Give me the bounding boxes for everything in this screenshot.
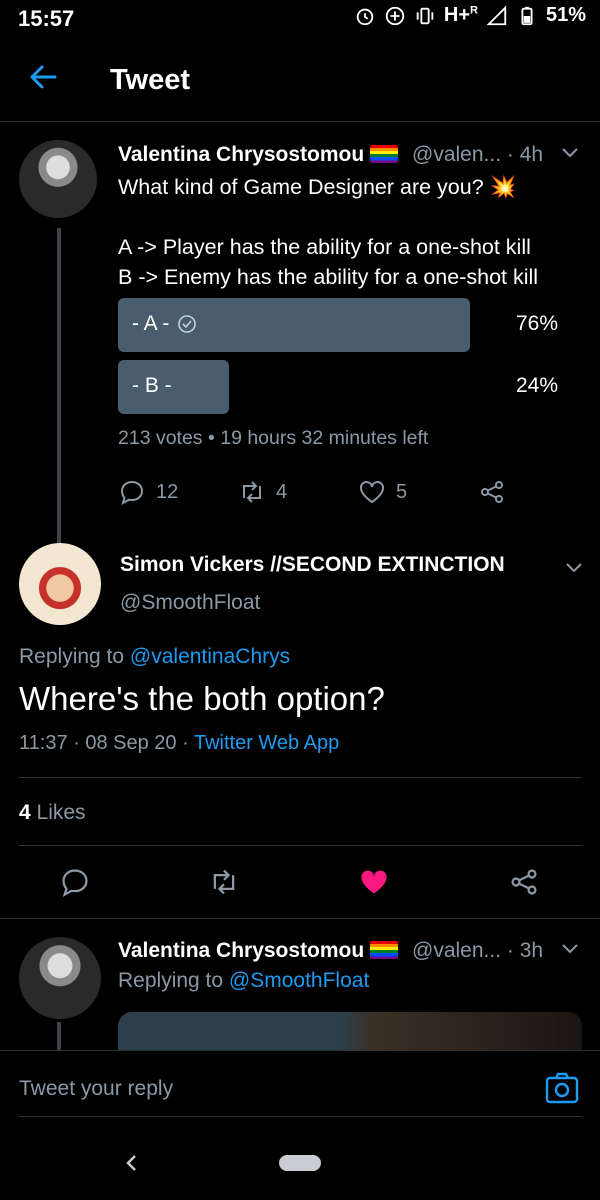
author-handle[interactable]: @SmoothFloat [120,591,260,615]
share-icon[interactable] [508,866,540,898]
source-link[interactable]: Twitter Web App [194,732,339,754]
author-handle[interactable]: @valen... · 4h [412,143,543,167]
app-header: Tweet [0,40,600,122]
chevron-down-icon[interactable] [562,555,586,579]
poll-percent-a: 76% [515,312,558,335]
battery-icon [516,5,538,27]
divider [19,845,582,846]
network-type: H+R [443,4,478,26]
avatar[interactable] [19,543,101,625]
author-handle[interactable]: @valen... · 3h [412,939,543,963]
camera-icon[interactable] [544,1070,580,1106]
reply-icon[interactable] [59,866,91,898]
author-name[interactable]: Simon Vickers //SECOND EXTINCTION [120,553,505,577]
divider [19,777,582,778]
alarm-icon [354,5,376,27]
reply-button[interactable]: 12 [118,478,178,506]
like-button[interactable]: 5 [358,478,407,506]
status-icons: H+R 51% [354,4,586,27]
reply-icon [118,478,146,506]
retweet-icon[interactable] [208,866,240,898]
media-preview[interactable] [118,1012,582,1052]
share-button[interactable] [478,478,506,506]
tweet-text: What kind of Game Designer are you? 💥 A … [118,175,539,289]
author-name[interactable]: Valentina Chrysostomou [118,143,399,167]
poll-meta: 213 votes • 19 hours 32 minutes left [118,427,429,449]
tweet-timestamp: 11:37 · 08 Sep 20 · Twitter Web App [19,732,340,754]
poll-percent-b: 24% [515,374,558,397]
back-arrow-icon[interactable] [28,62,58,92]
tweet-text: Where's the both option? [19,680,385,717]
reply-input[interactable] [19,1074,519,1104]
signal-icon [486,5,508,27]
heart-filled-icon[interactable] [358,866,390,898]
mention-link[interactable]: @valentinaChrys [130,645,290,668]
check-circle-icon [177,314,197,334]
thread-line [57,1022,61,1050]
thread-line [57,228,61,543]
replying-to: Replying to @valentinaChrys [19,645,291,668]
tweet-actions [0,860,600,904]
rainbow-flag-icon [370,145,399,163]
home-pill[interactable] [279,1155,321,1171]
rainbow-flag-icon [370,941,399,959]
replying-to: Replying to @SmoothFloat [118,969,370,992]
retweet-button[interactable]: 4 [238,478,287,506]
poll-option-a: - A - [132,312,197,336]
page-title: Tweet [110,64,191,96]
poll-option-b: - B - [132,374,172,397]
likes-count[interactable]: 4 Likes [19,801,86,825]
chevron-down-icon[interactable] [558,936,582,960]
status-bar: 15:57 H+R 51% [0,0,600,40]
heart-icon [358,478,386,506]
author-name[interactable]: Valentina Chrysostomou [118,939,399,963]
avatar[interactable] [19,937,101,1019]
data-saver-icon [384,5,406,27]
retweet-icon [238,478,266,506]
chevron-down-icon[interactable] [558,140,582,164]
battery-percent: 51% [545,4,586,26]
tweet-actions: 12 4 5 [118,476,518,512]
divider [19,1116,582,1117]
divider [0,918,600,919]
nav-back-icon[interactable] [122,1152,142,1174]
status-time: 15:57 [18,6,75,31]
avatar[interactable] [19,140,97,218]
collision-emoji: 💥 [489,175,517,199]
vibrate-icon [414,5,436,27]
mention-link[interactable]: @SmoothFloat [229,969,369,992]
share-icon [478,478,506,506]
